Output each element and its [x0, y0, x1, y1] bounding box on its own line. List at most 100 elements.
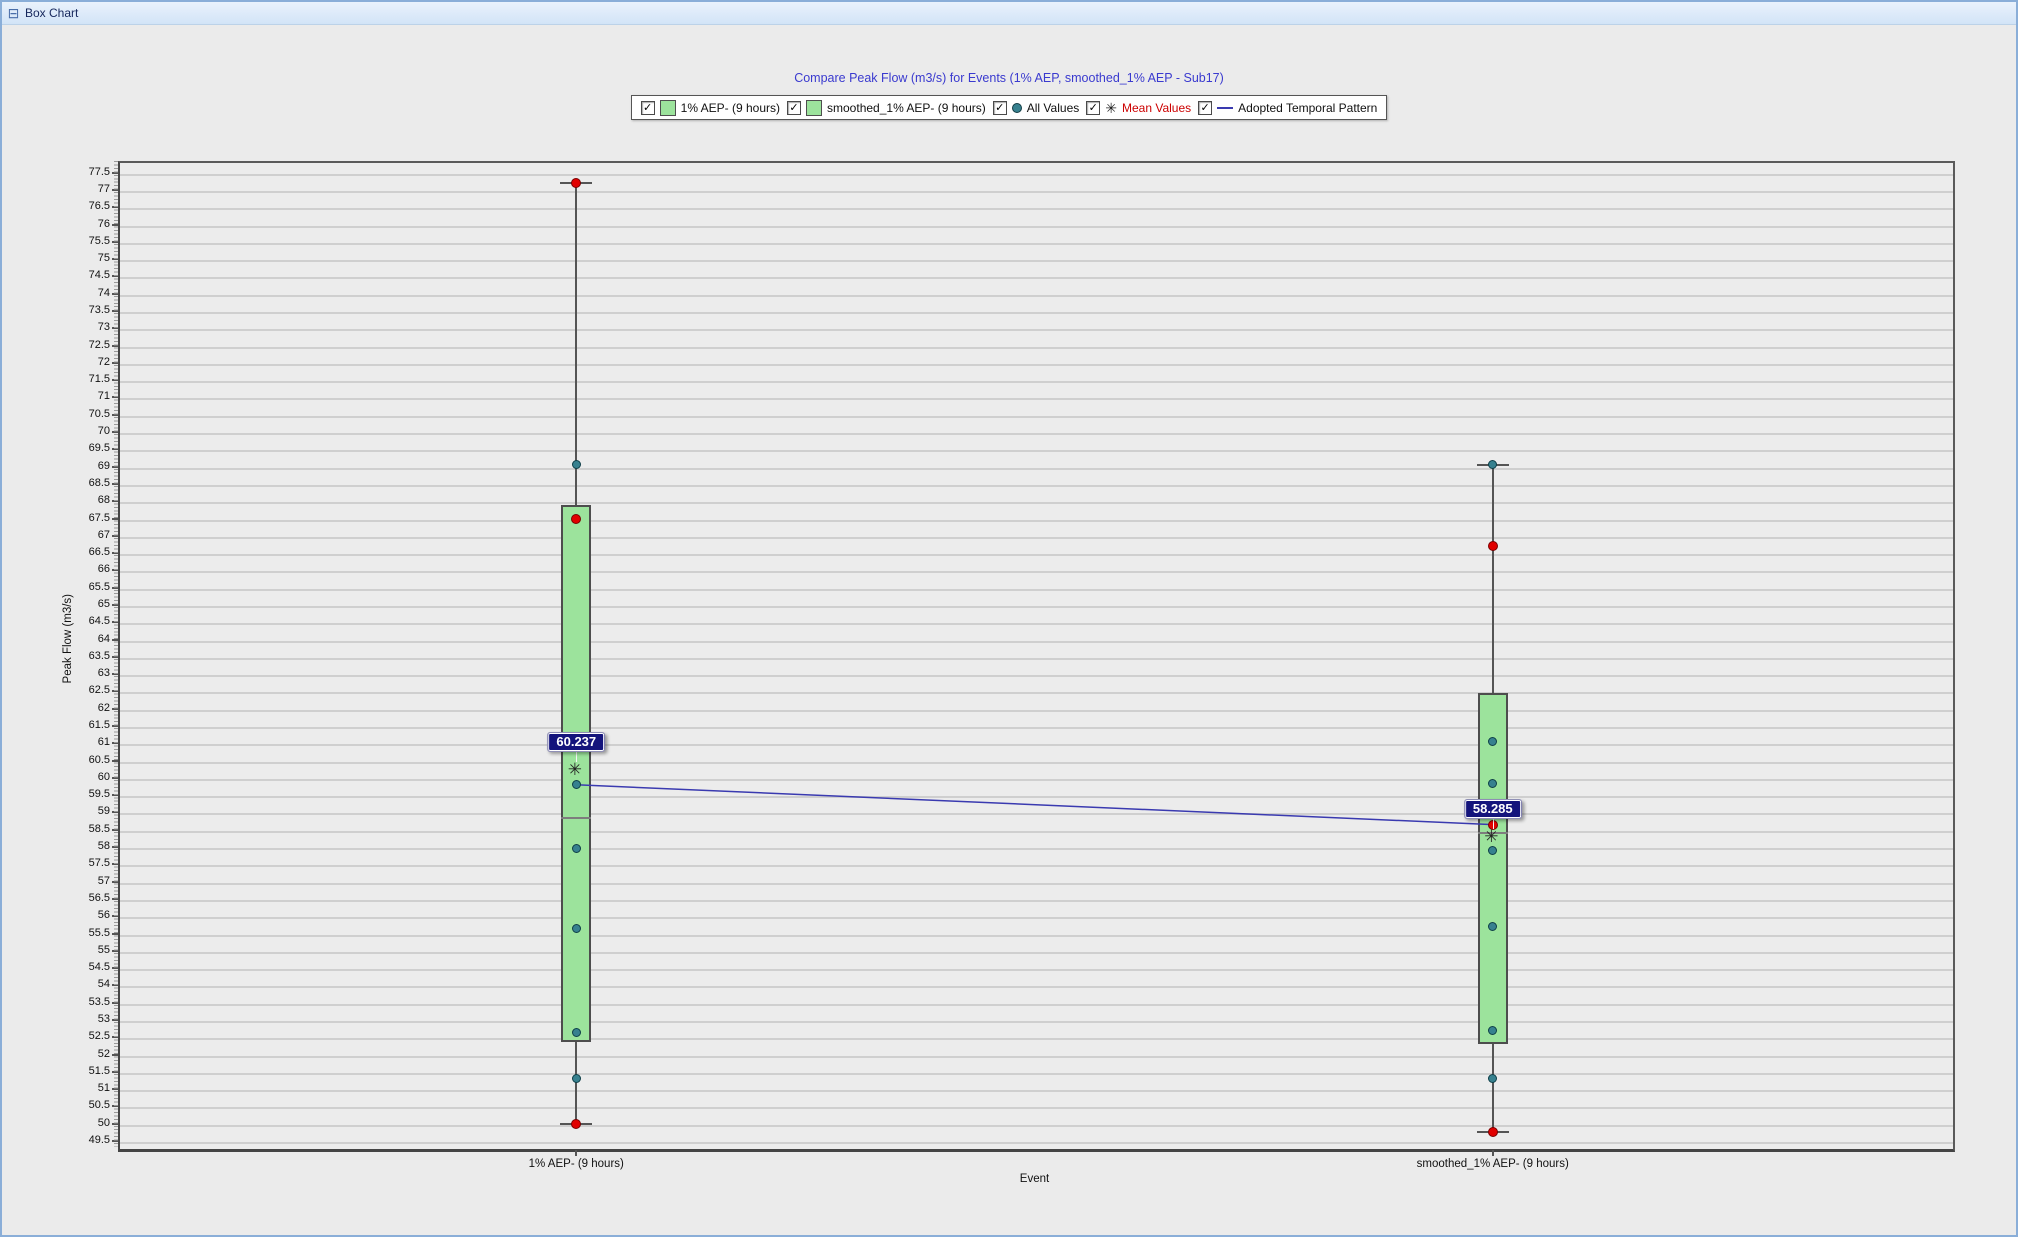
- y-tick-label: 60: [56, 771, 110, 783]
- legend-label: Mean Values: [1122, 101, 1191, 115]
- gridline: [120, 606, 1953, 608]
- gridline: [120, 641, 1953, 643]
- all-values-point: [1488, 779, 1497, 788]
- gridline: [120, 416, 1953, 418]
- gridline: [120, 796, 1953, 798]
- y-tick-label: 51: [56, 1082, 110, 1094]
- gridline: [120, 329, 1953, 331]
- gridline: [120, 831, 1953, 833]
- y-tick-label: 64: [56, 633, 110, 645]
- gridline: [120, 1125, 1953, 1127]
- y-tick-label: 73.5: [56, 304, 110, 316]
- gridline: [120, 226, 1953, 228]
- adopted-line-icon: [1217, 107, 1233, 109]
- legend-checkbox[interactable]: ✓: [1198, 101, 1212, 115]
- x-tick: [575, 1150, 577, 1156]
- gridline: [120, 571, 1953, 573]
- mean-value-badge: 60.237: [547, 732, 605, 752]
- window-titlebar: ⊟ Box Chart: [2, 2, 2016, 25]
- gridline: [120, 917, 1953, 919]
- legend: ✓ 1% AEP- (9 hours) ✓ smoothed_1% AEP- (9 h…: [631, 95, 1388, 120]
- legend-checkbox[interactable]: ✓: [1086, 101, 1100, 115]
- x-tick: [1492, 1150, 1494, 1156]
- mean-marker: ✳: [1484, 828, 1498, 845]
- y-tick-label: 51.5: [56, 1065, 110, 1077]
- legend-label: smoothed_1% AEP- (9 hours): [827, 101, 986, 115]
- whisker-upper: [1492, 465, 1494, 693]
- y-tick-label: 49.5: [56, 1134, 110, 1146]
- series-swatch-icon: [806, 100, 822, 116]
- x-category-label: smoothed_1% AEP- (9 hours): [1333, 1158, 1653, 1170]
- y-tick-label: 66.5: [56, 546, 110, 558]
- y-tick-label: 67: [56, 529, 110, 541]
- y-tick-label: 75: [56, 252, 110, 264]
- gridline: [120, 1004, 1953, 1006]
- median-line: [561, 817, 591, 819]
- y-tick-label: 57.5: [56, 857, 110, 869]
- gridline: [120, 347, 1953, 349]
- gridline: [120, 952, 1953, 954]
- mean-marker: ✳: [568, 761, 582, 778]
- gridline: [120, 744, 1953, 746]
- whisker-upper: [575, 183, 577, 505]
- chart-title: Compare Peak Flow (m3/s) for Events (1% …: [2, 71, 2016, 85]
- gridline: [120, 623, 1953, 625]
- gridline: [120, 848, 1953, 850]
- gridline: [120, 243, 1953, 245]
- gridline: [120, 485, 1953, 487]
- gridline: [120, 589, 1953, 591]
- legend-checkbox[interactable]: ✓: [993, 101, 1007, 115]
- y-tick-label: 57: [56, 875, 110, 887]
- legend-item-adopted-temporal-pattern: ✓ Adopted Temporal Pattern: [1198, 101, 1377, 115]
- series-swatch-icon: [660, 100, 676, 116]
- legend-label: 1% AEP- (9 hours): [681, 101, 780, 115]
- y-tick-label: 70: [56, 425, 110, 437]
- y-tick-label: 74.5: [56, 269, 110, 281]
- y-tick-label: 52: [56, 1048, 110, 1060]
- y-tick-label: 72.5: [56, 339, 110, 351]
- y-tick-label: 69.5: [56, 442, 110, 454]
- legend-checkbox[interactable]: ✓: [641, 101, 655, 115]
- y-tick-label: 60.5: [56, 754, 110, 766]
- mean-badge-stem: [576, 752, 577, 762]
- gridline: [120, 658, 1953, 660]
- all-values-point: [572, 1028, 581, 1037]
- y-tick-label: 65: [56, 598, 110, 610]
- y-tick-label: 71: [56, 390, 110, 402]
- gridline: [120, 450, 1953, 452]
- all-values-point: [572, 924, 581, 933]
- y-tick-label: 63.5: [56, 650, 110, 662]
- gridline: [120, 381, 1953, 383]
- legend-label: Adopted Temporal Pattern: [1238, 101, 1377, 115]
- gridline: [120, 813, 1953, 815]
- y-tick-label: 50.5: [56, 1099, 110, 1111]
- gridline: [120, 433, 1953, 435]
- box-chart-window: ⊟ Box Chart Compare Peak Flow (m3/s) for…: [0, 0, 2018, 1237]
- y-tick-label: 56: [56, 909, 110, 921]
- x-category-label: 1% AEP- (9 hours): [416, 1158, 736, 1170]
- collapse-icon[interactable]: ⊟: [7, 7, 20, 20]
- y-tick-label: 62: [56, 702, 110, 714]
- gridline: [120, 710, 1953, 712]
- y-tick-label: 76: [56, 218, 110, 230]
- y-tick-label: 54.5: [56, 961, 110, 973]
- gridline: [120, 312, 1953, 314]
- red-value-point: [571, 514, 581, 524]
- gridline: [120, 208, 1953, 210]
- legend-checkbox[interactable]: ✓: [787, 101, 801, 115]
- gridline: [120, 364, 1953, 366]
- gridline: [120, 1038, 1953, 1040]
- y-tick-label: 65.5: [56, 581, 110, 593]
- whisker-lower: [1492, 1044, 1494, 1132]
- gridline: [120, 1107, 1953, 1109]
- y-tick-label: 61: [56, 736, 110, 748]
- gridline: [120, 537, 1953, 539]
- all-values-point: [572, 1074, 581, 1083]
- y-tick-label: 52.5: [56, 1030, 110, 1042]
- y-tick-label: 70.5: [56, 408, 110, 420]
- gridline: [120, 277, 1953, 279]
- gridline: [120, 191, 1953, 193]
- gridline: [120, 174, 1953, 176]
- all-values-point: [572, 844, 581, 853]
- y-tick-label: 71.5: [56, 373, 110, 385]
